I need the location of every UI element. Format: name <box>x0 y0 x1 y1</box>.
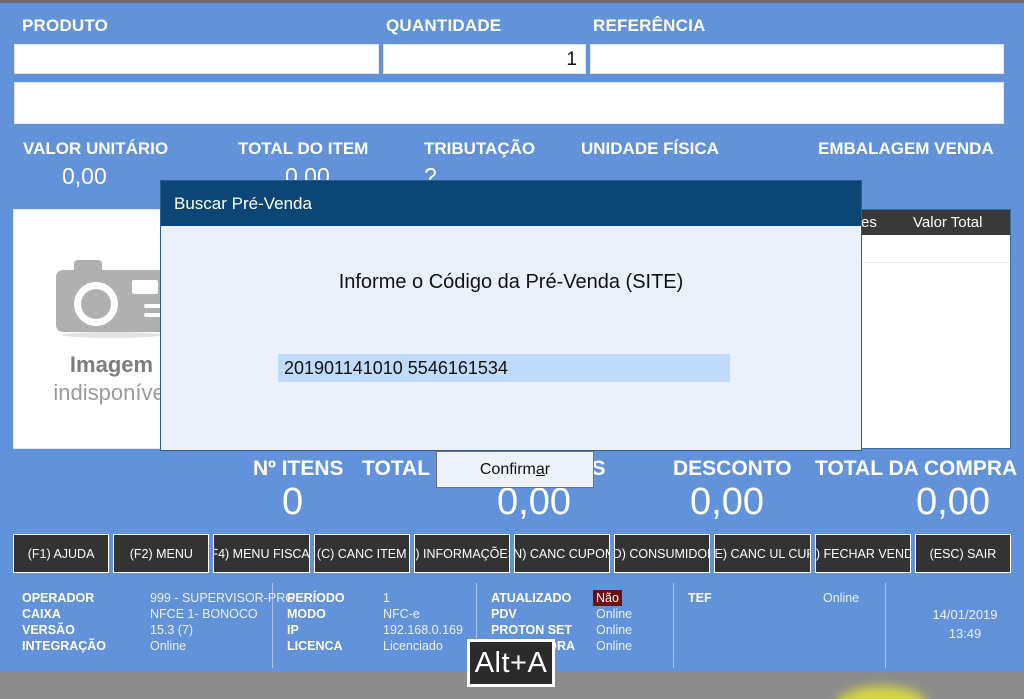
status-value-versao: 15.3 (7) <box>150 623 194 637</box>
status-key-licenca: LICENCA <box>287 639 343 653</box>
confirmar-suffix: r <box>544 460 551 478</box>
status-key-proton-set: PROTON SET <box>491 623 573 637</box>
label-produto: PRODUTO <box>22 16 109 35</box>
label-referencia: REFERÊNCIA <box>593 16 706 35</box>
referencia-input[interactable] <box>590 44 1004 74</box>
clock: 14/01/2019 13:49 <box>900 605 1024 643</box>
status-value-tef: Online <box>823 591 860 605</box>
clock-time: 13:49 <box>948 626 982 641</box>
status-group-tef: TEF Online <box>674 583 886 668</box>
status-value-ip: 192.168.0.169 <box>383 623 463 637</box>
measure-label-valor-unitario: VALOR UNITÁRIO <box>23 139 169 158</box>
status-key-periodo: PERÍODO <box>287 591 345 605</box>
measure-label-embalagem-venda: EMBALAGEM VENDA <box>818 139 994 158</box>
fkey-d-consumidor[interactable]: (D) CONSUMIDOR <box>614 534 711 573</box>
status-key-tef: TEF <box>688 591 712 605</box>
dialog-prompt: Informe o Código da Pré-Venda (SITE) <box>338 271 684 293</box>
confirmar-button[interactable]: Confirmar <box>436 451 594 488</box>
total-value-n-itens: 0 <box>282 481 304 523</box>
status-key-atualizado: ATUALIZADO <box>491 591 572 605</box>
quantidade-input[interactable]: 1 <box>383 44 586 74</box>
camera-icon <box>55 256 168 338</box>
clock-date: 14/01/2019 <box>932 607 998 622</box>
status-key-modo: MODO <box>287 607 326 621</box>
status-value-integracao: Online <box>150 639 187 653</box>
fkey-f1-ajuda[interactable]: (F1) AJUDA <box>13 534 110 573</box>
status-key-caixa: CAIXA <box>22 607 61 621</box>
status-value-impressora: Online <box>596 639 633 653</box>
total-label-compra: TOTAL DA COMPRA <box>815 457 1018 480</box>
image-caption-line2: indisponível <box>53 380 170 405</box>
descricao-input[interactable] <box>14 82 1004 124</box>
fkey-esc-sair[interactable]: (ESC) SAIR <box>914 534 1012 573</box>
confirmar-prefix: Confirm <box>479 460 536 478</box>
grid-column-valor-total: Valor Total <box>913 214 983 231</box>
fkey-c-canc-item[interactable]: (C) CANC ITEM <box>313 534 410 573</box>
quantidade-input-value: 1 <box>566 49 577 70</box>
pre-venda-code-input[interactable] <box>278 354 730 382</box>
status-group-operador: OPERADOR 999 - SUPERVISOR-PRO CAIXA NFCE 1… <box>8 583 295 668</box>
status-key-ip: IP <box>287 623 299 637</box>
measure-label-total-do-item: TOTAL DO ITEM <box>238 139 369 158</box>
status-value-pdv: Online <box>596 607 633 621</box>
status-value-caixa: NFCE 1- BONOCO <box>150 607 258 621</box>
status-value-periodo: 1 <box>383 591 390 605</box>
fkey-i-informacoes[interactable]: (I) INFORMAÇÕES <box>413 534 511 573</box>
measure-label-unidade-fisica: UNIDADE FÍSICA <box>581 139 719 158</box>
label-quantidade: QUANTIDADE <box>386 16 502 35</box>
dialog-body: Informe o Código da Pré-Venda (SITE) Con… <box>161 226 861 488</box>
item-measures-strip: VALOR UNITÁRIO 0,00 TOTAL DO ITEM 0,00 T… <box>0 133 1024 189</box>
status-value-atualizado: Não <box>593 590 622 606</box>
fkey-f4-menu-fiscal[interactable]: (F4) MENU FISCAL <box>213 534 310 573</box>
status-value-proton-set: Online <box>596 623 633 637</box>
alt-a-key-overlay: Alt+A <box>467 639 555 687</box>
total-label-desconto: DESCONTO <box>673 457 792 480</box>
measure-value-valor-unitario: 0,00 <box>62 163 107 189</box>
image-caption-line1: Imagem <box>69 352 154 377</box>
status-key-integracao: INTEGRAÇÃO <box>22 639 107 653</box>
fkey-n-canc-cupom[interactable]: (N) CANC CUPOM <box>514 534 611 573</box>
produto-input[interactable] <box>14 44 379 74</box>
total-value-compra: 0,00 <box>916 481 990 523</box>
product-entry-block: PRODUTO QUANTIDADE REFERÊNCIA 1 <box>0 6 1024 133</box>
buscar-pre-venda-dialog: Buscar Pré-Venda Informe o Código da Pré… <box>161 181 861 488</box>
function-key-bar: (F1) AJUDA (F2) MENU (F4) MENU FISCAL (C… <box>13 534 1012 573</box>
confirmar-mnemonic: a <box>535 460 545 478</box>
screen-root: PRODUTO QUANTIDADE REFERÊNCIA 1 VALOR UN… <box>0 0 1024 699</box>
status-value-licenca: Licenciado <box>383 639 443 653</box>
total-label-n-itens: Nº ITENS <box>253 457 344 480</box>
total-value-desconto: 0,00 <box>690 481 764 523</box>
fkey-f-fechar-venda[interactable]: (F) FECHAR VENDA <box>814 534 911 573</box>
status-value-modo: NFC-e <box>383 607 420 621</box>
status-key-versao: VERSÃO <box>22 623 75 637</box>
measure-label-tributacao: TRIBUTAÇÃO <box>424 139 536 158</box>
status-group-clock: 14/01/2019 13:49 <box>886 583 1016 668</box>
status-key-operador: OPERADOR <box>22 591 95 605</box>
dialog-title: Buscar Pré-Venda <box>161 181 861 226</box>
fkey-f2-menu[interactable]: (F2) MENU <box>113 534 210 573</box>
fkey-e-canc-ul-cup[interactable]: (E) CANC UL CUP <box>714 534 811 573</box>
status-group-periodo: PERÍODO 1 MODO NFC-e IP 192.168.0.169 LICEN… <box>273 583 477 668</box>
status-key-pdv: PDV <box>491 607 517 621</box>
